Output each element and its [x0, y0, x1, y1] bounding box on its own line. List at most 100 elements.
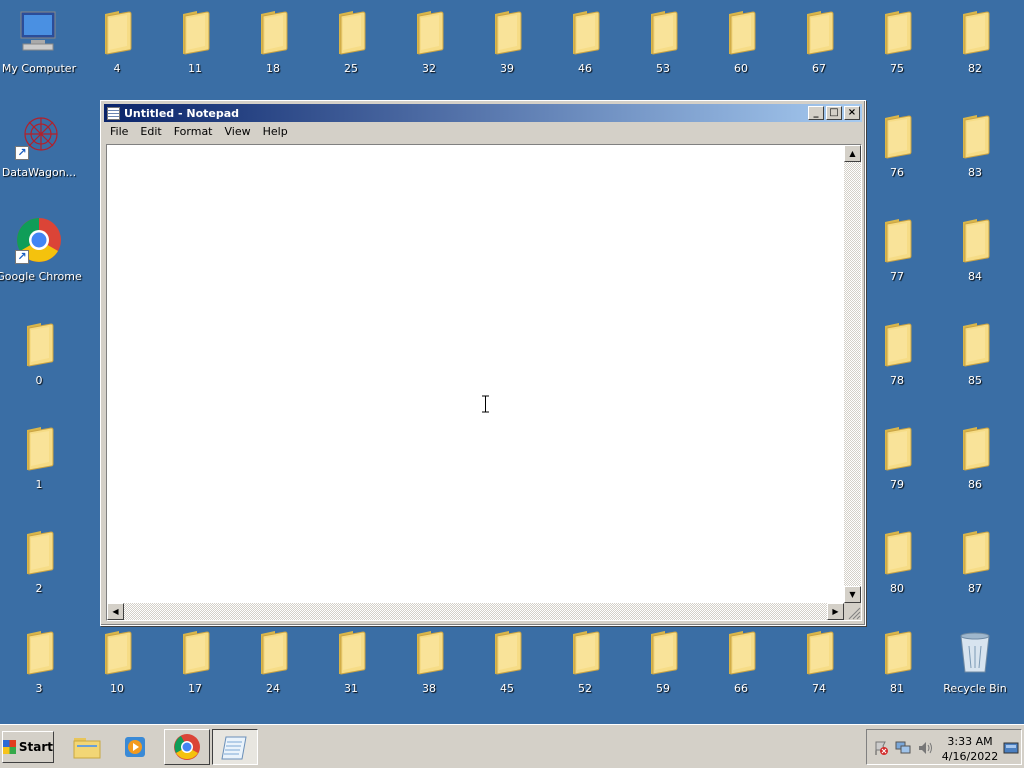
shortcut-arrow-icon: ↗ [15, 146, 29, 160]
desktop-folder[interactable]: 78 [858, 320, 936, 410]
action-center-flag-icon[interactable] [873, 740, 889, 756]
desktop-folder[interactable]: 0 [0, 320, 78, 410]
desktop-folder[interactable]: 60 [702, 8, 780, 98]
text-area[interactable] [107, 145, 844, 603]
desktop-folder[interactable]: 2 [0, 528, 78, 618]
desktop-folder[interactable]: 10 [78, 628, 156, 718]
clock[interactable]: 3:33 AM 4/16/2022 [937, 734, 1003, 764]
desktop-folder[interactable]: 46 [546, 8, 624, 98]
folder-icon [405, 8, 453, 56]
resize-grip-icon[interactable] [844, 603, 861, 620]
clock-time: 3:33 AM [947, 735, 993, 748]
show-desktop-icon[interactable] [1003, 740, 1019, 756]
desktop-folder[interactable]: 11 [156, 8, 234, 98]
notepad-window[interactable]: Untitled - Notepad _ □ × File Edit Forma… [100, 100, 866, 626]
clock-date: 4/16/2022 [941, 750, 999, 763]
menu-format[interactable]: Format [168, 124, 219, 142]
datawagon-shortcut-icon[interactable]: ↗ DataWagon... [0, 112, 78, 202]
folder-label: 60 [734, 62, 748, 75]
google-chrome-shortcut-icon[interactable]: ↗ Google Chrome [0, 216, 82, 306]
desktop-folder[interactable]: 67 [780, 8, 858, 98]
desktop-folder[interactable]: 31 [312, 628, 390, 718]
folder-icon [483, 8, 531, 56]
folder-label: 0 [35, 374, 43, 387]
menu-edit[interactable]: Edit [134, 124, 167, 142]
desktop-folder[interactable]: 25 [312, 8, 390, 98]
desktop-folder[interactable]: 39 [468, 8, 546, 98]
desktop-folder[interactable]: 77 [858, 216, 936, 306]
desktop-folder[interactable]: 3 [0, 628, 78, 718]
folder-label: 11 [188, 62, 202, 75]
desktop-folder[interactable]: 81 [858, 628, 936, 718]
desktop-folder[interactable]: 82 [936, 8, 1014, 98]
scroll-down-button[interactable]: ▼ [844, 586, 861, 603]
taskbar-notepad[interactable] [212, 729, 258, 765]
desktop-folder[interactable]: 38 [390, 628, 468, 718]
desktop-folder[interactable]: 85 [936, 320, 1014, 410]
folder-label: 82 [968, 62, 982, 75]
chrome-icon: ↗ [15, 216, 63, 264]
desktop-folder[interactable]: 53 [624, 8, 702, 98]
desktop-folder[interactable]: 18 [234, 8, 312, 98]
folder-label: 84 [968, 270, 982, 283]
folder-label: 1 [35, 478, 43, 491]
network-icon[interactable] [895, 740, 911, 756]
scroll-left-button[interactable]: ◀ [107, 603, 124, 620]
folder-icon [93, 628, 141, 676]
minimize-button[interactable]: _ [808, 106, 824, 120]
folder-label: 77 [890, 270, 904, 283]
menu-view[interactable]: View [219, 124, 257, 142]
menu-help[interactable]: Help [257, 124, 294, 142]
desktop-folder[interactable]: 45 [468, 628, 546, 718]
close-button[interactable]: × [844, 106, 860, 120]
folder-icon [73, 738, 101, 759]
desktop-folder[interactable]: 75 [858, 8, 936, 98]
folder-icon [249, 628, 297, 676]
desktop-folder[interactable]: 83 [936, 112, 1014, 202]
folder-label: 18 [266, 62, 280, 75]
start-button[interactable]: Start [2, 731, 54, 763]
taskbar-chrome[interactable] [164, 729, 210, 765]
desktop-folder[interactable]: 17 [156, 628, 234, 718]
shortcut-arrow-icon: ↗ [15, 250, 29, 264]
window-title: Untitled - Notepad [124, 106, 240, 120]
desktop-folder[interactable]: 79 [858, 424, 936, 514]
folder-icon [15, 424, 63, 472]
scroll-right-button[interactable]: ▶ [827, 603, 844, 620]
desktop-folder[interactable]: 87 [936, 528, 1014, 618]
folder-label: 4 [113, 62, 121, 75]
horizontal-scrollbar[interactable]: ◀ ▶ [107, 603, 844, 620]
folder-icon [405, 628, 453, 676]
taskbar-explorer[interactable] [64, 729, 110, 765]
volume-icon[interactable] [917, 740, 933, 756]
desktop-folder[interactable]: 4 [78, 8, 156, 98]
vertical-scrollbar[interactable]: ▲ ▼ [844, 145, 861, 603]
desktop-folder[interactable]: 76 [858, 112, 936, 202]
folder-label: 80 [890, 582, 904, 595]
taskbar-media-player[interactable] [112, 729, 158, 765]
desktop-folder[interactable]: 32 [390, 8, 468, 98]
folder-icon [951, 424, 999, 472]
folder-label: 74 [812, 682, 826, 695]
desktop-folder[interactable]: 74 [780, 628, 858, 718]
menu-file[interactable]: File [104, 124, 134, 142]
icon-label: Recycle Bin [943, 682, 1007, 695]
title-bar[interactable]: Untitled - Notepad _ □ × [104, 104, 862, 122]
desktop-folder[interactable]: 80 [858, 528, 936, 618]
recycle-bin-icon[interactable]: Recycle Bin [936, 628, 1014, 718]
folder-icon [951, 320, 999, 368]
desktop-folder[interactable]: 84 [936, 216, 1014, 306]
maximize-button[interactable]: □ [826, 106, 842, 120]
desktop-folder[interactable]: 52 [546, 628, 624, 718]
desktop-folder[interactable]: 24 [234, 628, 312, 718]
desktop-folder[interactable]: 59 [624, 628, 702, 718]
desktop-folder[interactable]: 86 [936, 424, 1014, 514]
my-computer-icon[interactable]: My Computer [0, 8, 78, 98]
folder-label: 52 [578, 682, 592, 695]
menu-bar: File Edit Format View Help [104, 124, 294, 142]
scroll-up-button[interactable]: ▲ [844, 145, 861, 162]
desktop-folder[interactable]: 1 [0, 424, 78, 514]
desktop-folder[interactable]: 66 [702, 628, 780, 718]
folder-label: 79 [890, 478, 904, 491]
folder-icon [93, 8, 141, 56]
